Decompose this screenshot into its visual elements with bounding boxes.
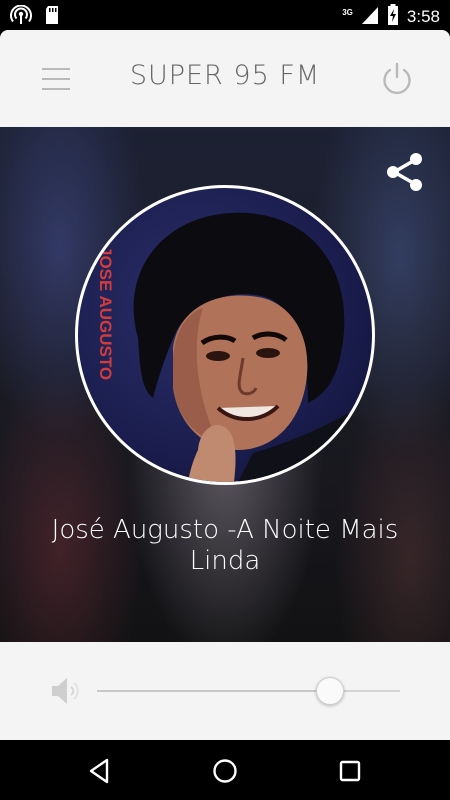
status-left: [10, 4, 60, 29]
player-area: JOSE AUGUSTO José Augusto -A Noite Mais …: [0, 127, 450, 642]
signal-icon: [361, 5, 379, 29]
navigation-bar: [0, 740, 450, 800]
status-right: 3G 3:58: [342, 4, 440, 30]
app-header: SUPER 95 FM: [0, 30, 450, 127]
share-button[interactable]: [382, 149, 428, 195]
artwork-text: JOSE AUGUSTO: [96, 246, 115, 380]
album-artwork: JOSE AUGUSTO: [75, 185, 375, 485]
network-type: 3G: [342, 7, 353, 17]
app-window: SUPER 95 FM JOSE AUGUSTO José Augusto -A…: [0, 30, 450, 740]
back-icon: [89, 758, 109, 784]
status-bar: 3G 3:58: [0, 0, 450, 30]
back-button[interactable]: [85, 756, 115, 786]
battery-charging-icon: [387, 4, 399, 30]
power-button[interactable]: [378, 60, 416, 98]
slider-fill: [97, 690, 331, 692]
volume-bar: [0, 642, 450, 740]
artwork-portrait: JOSE AUGUSTO: [96, 212, 372, 482]
share-icon: [387, 153, 422, 191]
wifi-hotspot-icon: [10, 4, 32, 29]
now-playing-title: José Augusto -A Noite Mais Linda: [51, 515, 399, 576]
volume-slider[interactable]: [97, 677, 400, 705]
home-button[interactable]: [210, 756, 240, 786]
power-icon: [383, 62, 411, 95]
home-icon: [213, 759, 237, 783]
clock: 3:58: [406, 7, 440, 26]
recents-button[interactable]: [335, 756, 365, 786]
slider-thumb[interactable]: [316, 677, 345, 705]
volume-icon[interactable]: [48, 674, 82, 708]
recents-icon: [339, 760, 361, 782]
sd-card-icon: [44, 5, 60, 29]
